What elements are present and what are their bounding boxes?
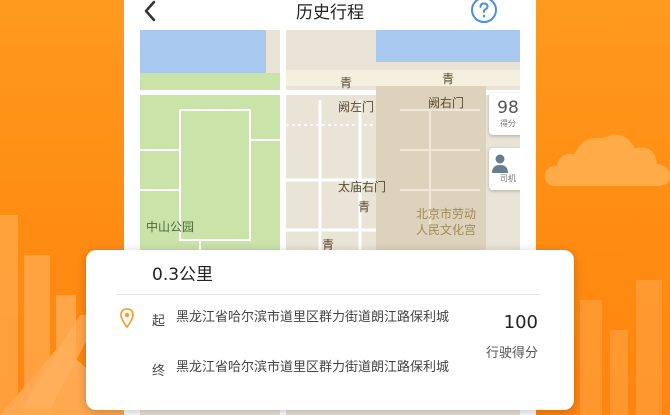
map-poi-marker: 青 [340, 76, 353, 90]
top-bar: 历史行程 [124, 0, 536, 30]
driver-icon [492, 154, 508, 173]
question-circle-icon[interactable] [470, 0, 498, 24]
end-tag: 终 [152, 364, 166, 379]
map-poi-marker: 青 [358, 200, 371, 214]
score-button-label: 得分 [500, 119, 516, 128]
divider [116, 294, 541, 295]
driver-button-label: 司机 [500, 174, 516, 183]
map-poi-marker: 青 [442, 72, 455, 86]
map-label-que-zuo-men: 阙左门 [338, 100, 375, 114]
driving-score-label: 行驶得分 [485, 346, 538, 361]
skyline-decoration [580, 280, 662, 415]
end-address: 黑龙江省哈尔滨市道里区群力街道朗江路保利城 [176, 360, 450, 375]
driving-score-value: 100 [503, 312, 538, 333]
map-label-tai-miao-you-men: 太庙右门 [338, 180, 387, 194]
score-button-value: 98 [497, 98, 519, 118]
trip-card[interactable]: 0.3公里 起 黑龙江省哈尔滨市道里区群力街道朗江路保利城 终 黑龙江省哈尔滨市… [86, 250, 574, 410]
map-label-workers-palace: 北京市劳动 人民文化宫 [416, 207, 477, 237]
map-label-zhongshan-park: 中山公园 [146, 220, 195, 234]
start-address: 黑龙江省哈尔滨市道里区群力街道朗江路保利城 [176, 310, 450, 325]
cloud-decoration [545, 134, 670, 186]
location-pin-icon [120, 308, 134, 328]
trip-distance: 0.3公里 [152, 265, 214, 285]
map-label-que-you-men: 阙右门 [428, 96, 465, 110]
driver-button[interactable]: 司机 [489, 148, 520, 190]
score-button[interactable]: 98 得分 [489, 93, 520, 135]
start-tag: 起 [152, 314, 166, 329]
